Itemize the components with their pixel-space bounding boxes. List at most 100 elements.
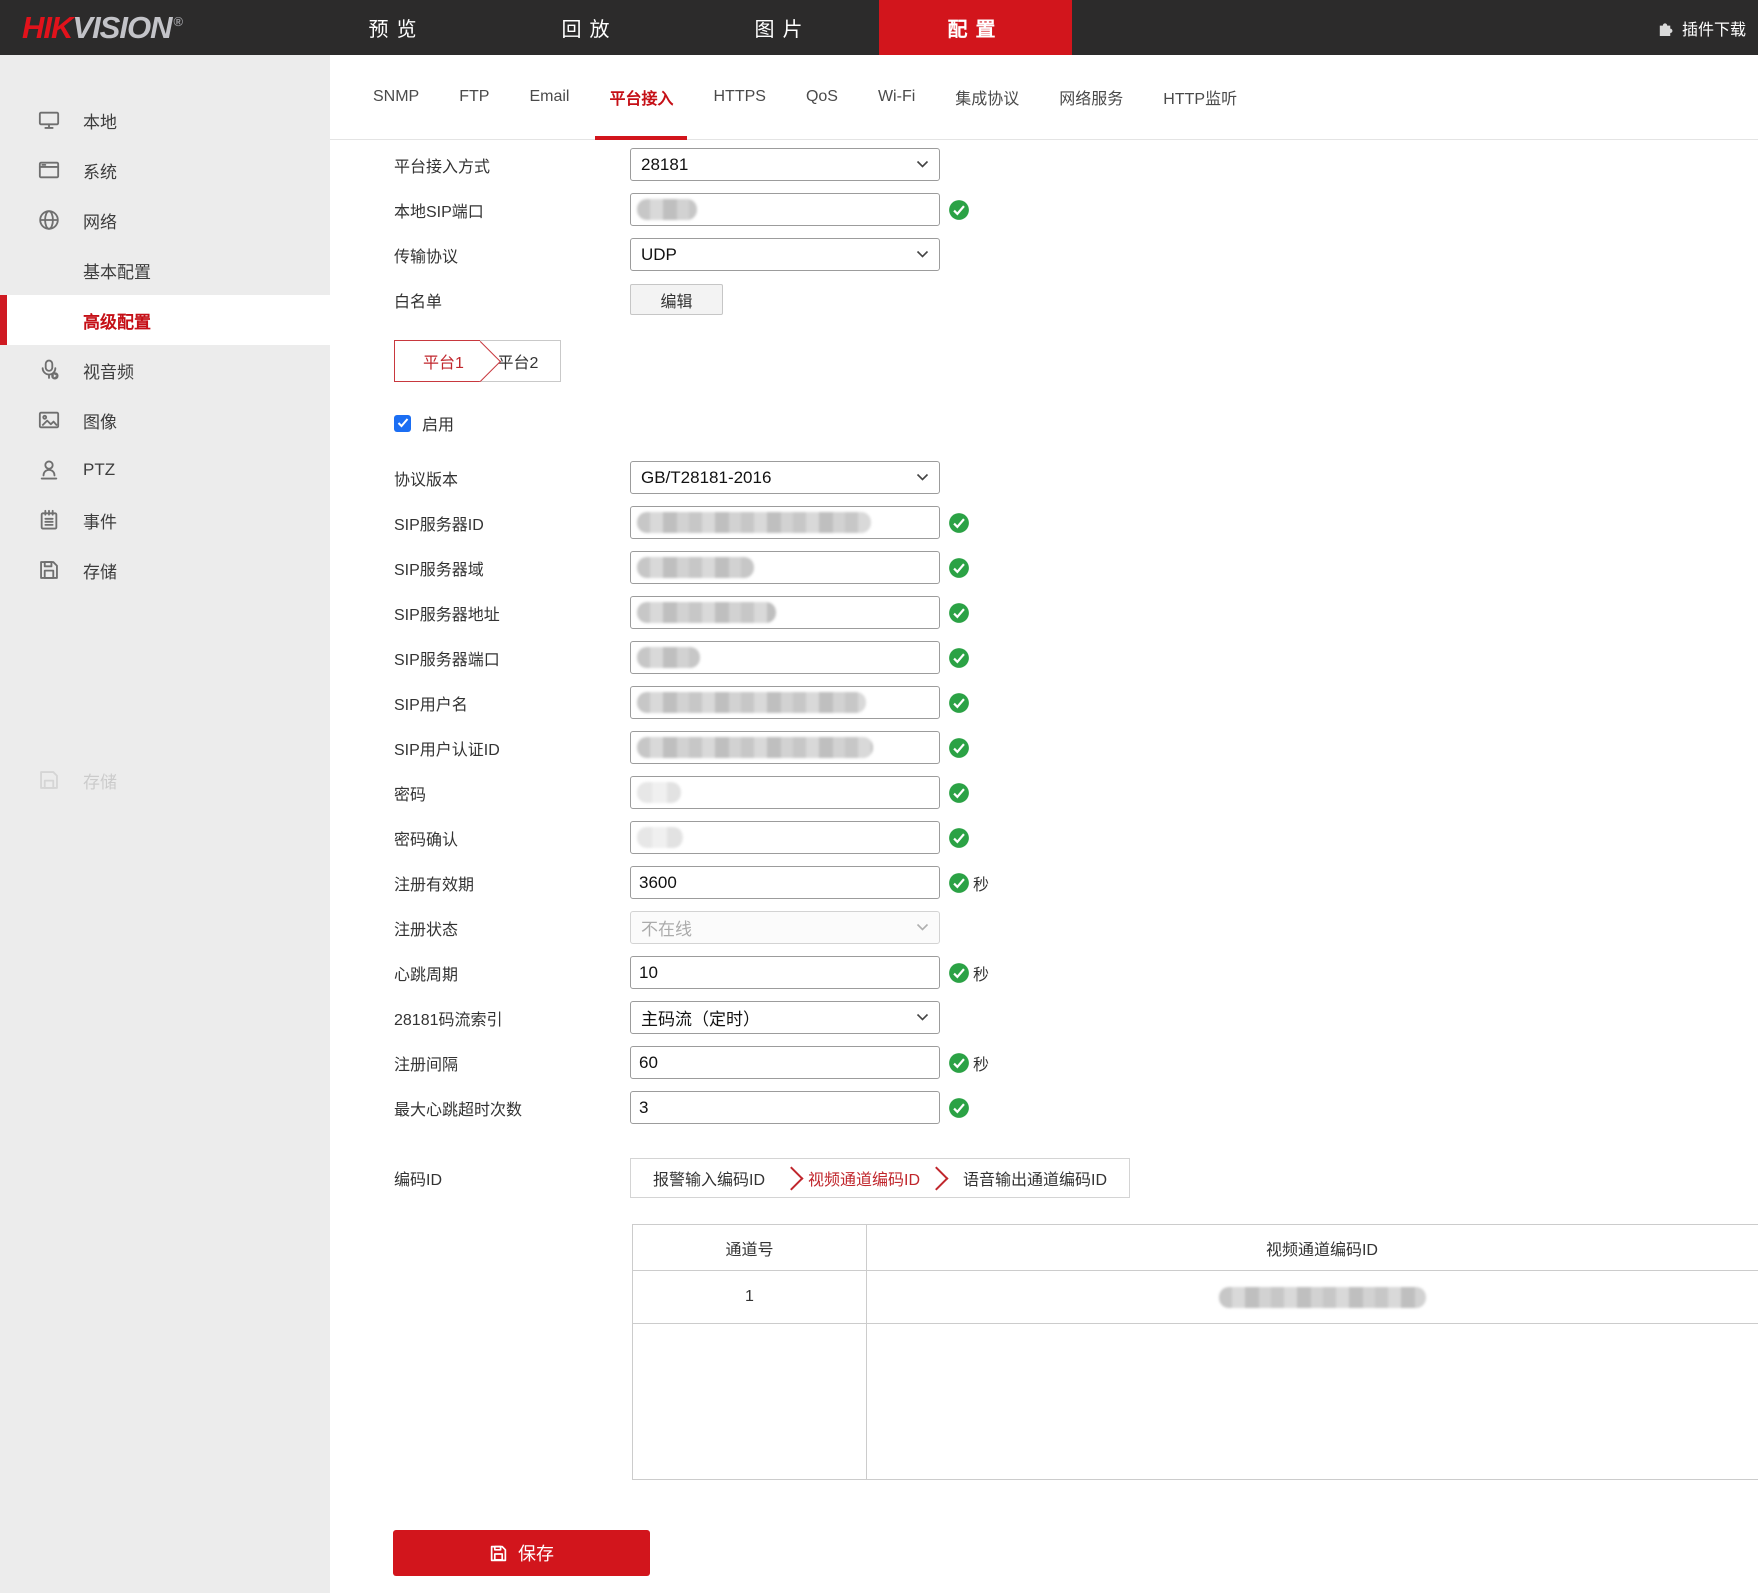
sip-server-domain-input[interactable] <box>630 551 940 584</box>
reg-validity-input[interactable] <box>630 866 940 899</box>
tab-ftp[interactable]: FTP <box>459 55 489 139</box>
enable-checkbox[interactable] <box>394 415 411 432</box>
sidebar-item-system[interactable]: 系统 <box>0 145 330 195</box>
sip-username-input[interactable] <box>630 686 940 719</box>
sidebar-ghost-item: 存储 <box>0 755 330 805</box>
encode-id-tabs: 报警输入编码ID 视频通道编码ID 语音输出通道编码ID <box>630 1158 1130 1198</box>
sip-server-address-input[interactable] <box>630 596 940 629</box>
form-row-whitelist: 白名单 编辑 <box>330 277 1758 322</box>
sidebar-item-storage[interactable]: 存储 <box>0 545 330 595</box>
access-type-select[interactable]: 28181 <box>630 148 940 181</box>
top-tab-playback[interactable]: 回放 <box>493 0 686 55</box>
microphone-icon <box>38 359 60 381</box>
sidebar-item-event[interactable]: 事件 <box>0 495 330 545</box>
heartbeat-period-label: 心跳周期 <box>330 961 630 985</box>
plugin-download-button[interactable]: 插件下载 <box>1656 0 1746 55</box>
sidebar-item-label: 存储 <box>83 558 117 583</box>
sidebar-item-label: 基本配置 <box>83 258 151 283</box>
table-row[interactable]: 1 <box>633 1271 1758 1324</box>
form-row-transport: 传输协议 UDP <box>330 232 1758 277</box>
sidebar-item-label: 视音频 <box>83 358 134 383</box>
heartbeat-period-input[interactable] <box>630 956 940 989</box>
redacted-value <box>637 557 754 578</box>
top-tab-preview[interactable]: 预览 <box>300 0 493 55</box>
transport-value: UDP <box>641 245 677 265</box>
protocol-version-value: GB/T28181-2016 <box>641 468 771 488</box>
form-row-reg-interval: 注册间隔 秒 <box>330 1040 1758 1085</box>
video-channel-table: 通道号 视频通道编码ID 1 <box>632 1224 1758 1480</box>
sidebar-item-label: 高级配置 <box>83 308 151 333</box>
sidebar-item-label: 网络 <box>83 208 117 233</box>
logo-registered-mark: ® <box>173 14 182 29</box>
sidebar-ghost-label: 存储 <box>83 768 117 793</box>
chevron-down-icon <box>916 1013 929 1022</box>
sidebar-item-audio-video[interactable]: 视音频 <box>0 345 330 395</box>
protocol-version-select[interactable]: GB/T28181-2016 <box>630 461 940 494</box>
tab-https[interactable]: HTTPS <box>713 55 765 139</box>
password-label: 密码 <box>330 781 630 805</box>
tab-audio-output-channel-encode-id[interactable]: 语音输出通道编码ID <box>945 1166 1125 1190</box>
reg-status-label: 注册状态 <box>330 916 630 940</box>
tab-network-service[interactable]: 网络服务 <box>1059 55 1123 139</box>
sidebar-item-ptz[interactable]: PTZ <box>0 445 330 495</box>
seconds-unit: 秒 <box>973 871 989 895</box>
max-heartbeat-timeout-input[interactable] <box>630 1091 940 1124</box>
sidebar-item-label: 本地 <box>83 108 117 133</box>
sip-server-id-input[interactable] <box>630 506 940 539</box>
valid-check-icon <box>948 647 970 669</box>
reg-validity-label: 注册有效期 <box>330 871 630 895</box>
sidebar-item-advanced-config[interactable]: 高级配置 <box>0 295 330 345</box>
tab-platform-access[interactable]: 平台接入 <box>609 55 673 139</box>
password-input[interactable] <box>630 776 940 809</box>
whitelist-edit-button[interactable]: 编辑 <box>630 284 723 315</box>
plugin-download-label: 插件下载 <box>1682 16 1746 40</box>
channel-no-cell: 1 <box>633 1271 867 1324</box>
network-subtabs: SNMP FTP Email 平台接入 HTTPS QoS Wi-Fi 集成协议… <box>330 55 1758 140</box>
password-confirm-input[interactable] <box>630 821 940 854</box>
logo-vision: VISION <box>72 10 171 45</box>
tab-video-channel-encode-id[interactable]: 视频通道编码ID <box>800 1166 928 1190</box>
video-channel-encode-id-header: 视频通道编码ID <box>867 1225 1758 1271</box>
stream-index-select[interactable]: 主码流（定时） <box>630 1001 940 1034</box>
tab-qos[interactable]: QoS <box>806 55 838 139</box>
valid-check-icon <box>948 602 970 624</box>
local-sip-port-input[interactable] <box>630 193 940 226</box>
sidebar-item-network[interactable]: 网络 <box>0 195 330 245</box>
tab-snmp[interactable]: SNMP <box>373 55 419 139</box>
save-button[interactable]: 保存 <box>393 1530 650 1576</box>
sidebar-item-label: PTZ <box>83 460 115 480</box>
sip-server-port-input[interactable] <box>630 641 940 674</box>
tab-wifi[interactable]: Wi-Fi <box>878 55 915 139</box>
form-row-access-type: 平台接入方式 28181 <box>330 142 1758 187</box>
sip-user-auth-id-input[interactable] <box>630 731 940 764</box>
person-icon <box>38 459 60 481</box>
access-type-value: 28181 <box>641 155 688 175</box>
tab-alarm-input-encode-id[interactable]: 报警输入编码ID <box>635 1166 783 1190</box>
form-row-encode-id: 编码ID 报警输入编码ID 视频通道编码ID 语音输出通道编码ID <box>330 1158 1758 1198</box>
valid-check-icon <box>948 199 970 221</box>
top-nav: 预览 回放 图片 配置 <box>300 0 1072 55</box>
valid-check-icon <box>948 782 970 804</box>
valid-check-icon <box>948 1052 970 1074</box>
redacted-value <box>637 512 871 533</box>
form-row-stream-index: 28181码流索引 主码流（定时） <box>330 995 1758 1040</box>
tab-integration-protocol[interactable]: 集成协议 <box>955 55 1019 139</box>
redacted-value <box>637 199 697 220</box>
top-tab-picture[interactable]: 图片 <box>686 0 879 55</box>
valid-check-icon <box>948 557 970 579</box>
form-row-sip-server-id: SIP服务器ID <box>330 500 1758 545</box>
reg-interval-input[interactable] <box>630 1046 940 1079</box>
max-heartbeat-timeout-label: 最大心跳超时次数 <box>330 1096 630 1120</box>
tab-http-listening[interactable]: HTTP监听 <box>1163 55 1237 139</box>
tab-platform-1[interactable]: 平台1 <box>394 340 480 382</box>
tab-email[interactable]: Email <box>529 55 569 139</box>
seconds-unit: 秒 <box>973 1051 989 1075</box>
channel-no-header: 通道号 <box>633 1225 867 1271</box>
form-row-sip-username: SIP用户名 <box>330 680 1758 725</box>
sidebar-item-local[interactable]: 本地 <box>0 95 330 145</box>
top-tab-configuration[interactable]: 配置 <box>879 0 1072 55</box>
form-row-sip-server-address: SIP服务器地址 <box>330 590 1758 635</box>
sidebar-item-image[interactable]: 图像 <box>0 395 330 445</box>
sidebar-item-basic-config[interactable]: 基本配置 <box>0 245 330 295</box>
transport-select[interactable]: UDP <box>630 238 940 271</box>
